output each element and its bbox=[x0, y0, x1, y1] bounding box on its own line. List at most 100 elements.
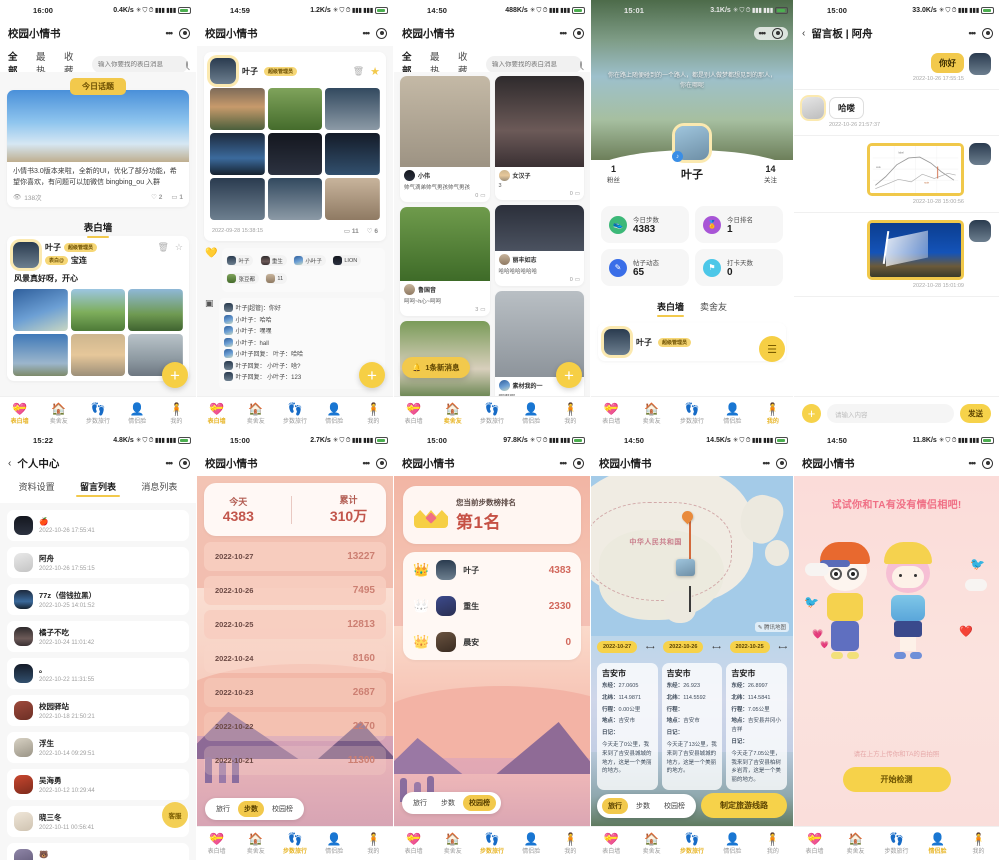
avatar[interactable] bbox=[969, 143, 991, 165]
post-image[interactable] bbox=[71, 334, 126, 376]
comment-item[interactable]: 小叶子：哈哈 bbox=[224, 315, 380, 324]
segment-travel[interactable]: 旅行 bbox=[407, 795, 433, 811]
message-image-chart[interactable]: label axis note bbox=[867, 143, 964, 196]
delete-icon[interactable]: 🗑 bbox=[353, 66, 364, 77]
post-image[interactable] bbox=[268, 178, 323, 220]
post-image[interactable] bbox=[128, 289, 183, 331]
mini-program-capsule[interactable]: ••• bbox=[363, 458, 387, 469]
close-icon[interactable] bbox=[772, 28, 783, 39]
more-icon[interactable]: ••• bbox=[363, 458, 369, 468]
avatar[interactable] bbox=[210, 58, 236, 84]
tab-sell-roommate[interactable]: 卖舍友 bbox=[700, 300, 727, 317]
tabbar-item-step-travel[interactable]: 👣步数旅行 bbox=[275, 397, 314, 430]
travel-day-card[interactable]: 吉安市 东经：27.0605 北纬：114.9871 行程：0.00公里 地点：… bbox=[597, 663, 658, 790]
tabbar-item-mine[interactable]: 🧍我的 bbox=[753, 827, 793, 860]
step-row[interactable]: 2022-10-267495 bbox=[204, 576, 386, 605]
stat-card-rank[interactable]: 🏅今日排名1 bbox=[695, 206, 783, 243]
search-icon[interactable] bbox=[580, 61, 582, 68]
list-item[interactable]: 橘子不吃2022-10-24 11:01:42 bbox=[7, 621, 189, 652]
delete-icon[interactable]: 🗑 bbox=[157, 242, 168, 253]
close-icon[interactable] bbox=[376, 458, 387, 469]
mini-program-capsule[interactable]: ••• bbox=[969, 458, 993, 469]
stat-card-checkin[interactable]: ⚑打卡天数0 bbox=[695, 249, 783, 286]
more-icon[interactable]: ••• bbox=[560, 458, 566, 468]
close-icon[interactable] bbox=[573, 28, 584, 39]
avatar[interactable] bbox=[802, 97, 824, 119]
comment-item[interactable]: 叶子回复： 小叶子：啥? bbox=[224, 361, 380, 370]
liker-chip[interactable]: 叶子 bbox=[226, 255, 253, 266]
tabbar-item-couple-face[interactable]: 👤情侣脸 bbox=[712, 827, 752, 860]
comment-button[interactable]: ▭ 11 bbox=[344, 227, 359, 235]
mini-program-capsule[interactable]: ••• bbox=[560, 28, 584, 39]
avatar[interactable]: ♪ bbox=[675, 126, 709, 160]
tabbar-item-couple-face[interactable]: 👤情侣脸 bbox=[512, 827, 551, 860]
tabbar-item-step-travel[interactable]: 👣步数旅行 bbox=[275, 827, 314, 860]
tabbar-item-sell-roommate[interactable]: 🏠卖舍友 bbox=[835, 827, 876, 860]
stat-card-steps[interactable]: 👟今日步数4383 bbox=[601, 206, 689, 243]
travel-day-card[interactable]: 吉安市 东经：26.8997 北纬：114.5841 行程：7.05公里 地点：… bbox=[726, 663, 787, 790]
more-icon[interactable]: ••• bbox=[969, 458, 975, 468]
liker-chip[interactable]: 重生 bbox=[260, 255, 287, 266]
list-item[interactable]: 🐻2022-10-07 19:12:08 bbox=[7, 843, 189, 860]
back-icon[interactable]: ‹ bbox=[802, 28, 805, 39]
post-card[interactable]: 叶子 超级管理员 表白@ 宝连 🗑 ☆ 风景真好呀，开心 bbox=[7, 236, 189, 381]
close-icon[interactable] bbox=[179, 458, 190, 469]
tabbar-item-couple-face[interactable]: 👤情侣脸 bbox=[712, 397, 752, 430]
list-item[interactable]: 🍎2022-10-26 17:55:41 bbox=[7, 510, 189, 541]
step-row[interactable]: 2022-10-232687 bbox=[204, 678, 386, 707]
tabbar-item-mine[interactable]: 🧍我的 bbox=[354, 397, 393, 430]
post-image[interactable] bbox=[210, 133, 265, 175]
post-image[interactable] bbox=[210, 88, 265, 130]
date-pill[interactable]: 2022-10-25 bbox=[730, 641, 770, 653]
search-box[interactable] bbox=[92, 56, 188, 73]
post-image[interactable] bbox=[325, 178, 380, 220]
comment-item[interactable]: 叶子回复： 小叶子：123 bbox=[224, 372, 380, 381]
more-icon[interactable]: ••• bbox=[363, 28, 369, 38]
tabbar-item-confession-wall[interactable]: 💝表白墙 bbox=[394, 397, 433, 430]
date-pill[interactable]: 2022-10-27 bbox=[597, 641, 637, 653]
tabbar-item-couple-face[interactable]: 👤情侣脸 bbox=[512, 397, 551, 430]
liker-chip[interactable]: 张豆都 bbox=[226, 273, 259, 284]
message-bubble[interactable]: 你好 bbox=[931, 53, 964, 73]
tabbar-item-step-travel[interactable]: 👣步数旅行 bbox=[876, 827, 917, 860]
mini-program-capsule[interactable]: ••• bbox=[754, 27, 788, 40]
liker-chip[interactable]: 11 bbox=[265, 273, 287, 284]
segment-steps[interactable]: 步数 bbox=[435, 795, 461, 811]
tabbar-item-couple-face[interactable]: 👤情侣脸 bbox=[118, 397, 157, 430]
map-view[interactable]: 中华人民共和国 ✎ 腾讯地图 bbox=[591, 476, 793, 636]
like-button[interactable]: ♡ 6 bbox=[367, 227, 378, 235]
tabbar-item-mine[interactable]: 🧍我的 bbox=[958, 827, 999, 860]
mini-program-capsule[interactable]: ••• bbox=[363, 28, 387, 39]
more-icon[interactable]: ••• bbox=[166, 28, 172, 38]
menu-fab[interactable]: ☰ bbox=[759, 336, 785, 362]
tabbar-item-mine[interactable]: 🧍我的 bbox=[354, 827, 393, 860]
tabbar-item-step-travel[interactable]: 👣步数旅行 bbox=[472, 827, 511, 860]
step-row[interactable]: 2022-10-248160 bbox=[204, 644, 386, 673]
rank-row[interactable]: 👑 叶子4383 bbox=[403, 552, 581, 588]
new-message-toast[interactable]: 🔔1条新消息 bbox=[402, 357, 470, 378]
travel-day-card[interactable]: 吉安市 东经：26.923 北纬：114.5592 行程： 地点：吉安市 日记：… bbox=[662, 663, 723, 790]
search-input[interactable] bbox=[492, 61, 580, 68]
close-icon[interactable] bbox=[376, 28, 387, 39]
add-post-button[interactable]: + bbox=[162, 362, 188, 388]
list-item[interactable]: 浮生2022-10-14 09:29:51 bbox=[7, 732, 189, 763]
date-pill[interactable]: 2022-10-26 bbox=[663, 641, 703, 653]
segment-steps[interactable]: 步数 bbox=[630, 798, 656, 814]
following-stat[interactable]: 14 关注 bbox=[764, 164, 777, 184]
feed-card[interactable]: 女汉子 3 0▭ bbox=[495, 76, 585, 200]
comment-item[interactable]: 叶子[超管]：你好 bbox=[224, 303, 380, 312]
segment-steps[interactable]: 步数 bbox=[238, 801, 264, 817]
mini-program-capsule[interactable]: ••• bbox=[763, 458, 787, 469]
tabbar-item-sell-roommate[interactable]: 🏠卖舍友 bbox=[39, 397, 78, 430]
tabbar-item-couple-face[interactable]: 👤情侣脸 bbox=[917, 827, 958, 860]
tabbar-item-confession-wall[interactable]: 💝表白墙 bbox=[794, 827, 835, 860]
add-post-button[interactable]: + bbox=[556, 362, 582, 388]
comment-item[interactable]: 小叶子：嘿嘿 bbox=[224, 326, 380, 335]
tabbar-item-step-travel[interactable]: 👣步数旅行 bbox=[78, 397, 117, 430]
segment-campus-rank[interactable]: 校园榜 bbox=[266, 801, 299, 817]
add-post-button[interactable]: + bbox=[359, 362, 385, 388]
fans-stat[interactable]: 1 粉丝 bbox=[607, 164, 620, 184]
post-image[interactable] bbox=[268, 88, 323, 130]
post-image[interactable] bbox=[71, 289, 126, 331]
post-image[interactable] bbox=[268, 133, 323, 175]
